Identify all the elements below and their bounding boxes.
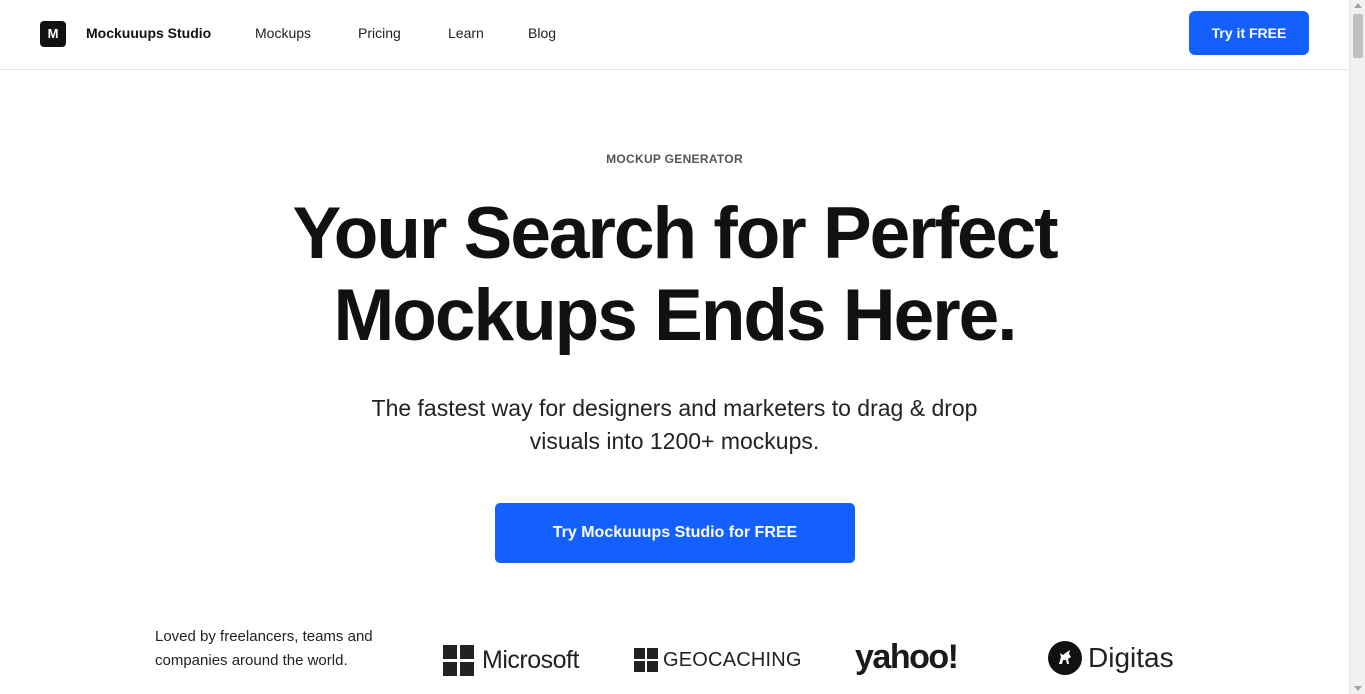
hero-headline: Your Search for Perfect Mockups Ends Her… — [0, 193, 1349, 357]
yahoo-logo: yahoo! — [855, 638, 959, 676]
site-header: M Mockuuups Studio Mockups Pricing Learn… — [0, 0, 1349, 70]
nav-link-mockups[interactable]: Mockups — [255, 25, 311, 41]
scroll-up-arrow-icon[interactable] — [1354, 3, 1362, 8]
hero-subtitle: The fastest way for designers and market… — [0, 392, 1349, 458]
nav-link-learn[interactable]: Learn — [448, 25, 484, 41]
hero-subtitle-line2: visuals into 1200+ mockups. — [529, 428, 820, 454]
hero-headline-line2: Mockups Ends Here. — [333, 275, 1017, 356]
hero-subtitle-line1: The fastest way for designers and market… — [371, 395, 978, 421]
digitas-unicorn-icon — [1048, 641, 1082, 675]
social-proof-text: Loved by freelancers, teams and companie… — [155, 628, 373, 669]
geocaching-logo: GEOCACHING — [634, 646, 802, 674]
try-free-button[interactable]: Try it FREE — [1189, 11, 1309, 55]
microsoft-windows-icon — [443, 644, 474, 676]
microsoft-logo-text: Microsoft — [482, 645, 579, 674]
scroll-thumb[interactable] — [1353, 14, 1363, 58]
scroll-down-arrow-icon[interactable] — [1354, 686, 1362, 691]
digitas-logo-text: Digitas — [1088, 642, 1174, 673]
microsoft-logo: Microsoft — [443, 644, 579, 676]
hero-headline-line1: Your Search for Perfect — [292, 193, 1058, 274]
geocaching-logo-text: GEOCACHING — [663, 648, 802, 671]
hero-cta-button[interactable]: Try Mockuuups Studio for FREE — [495, 503, 855, 563]
digitas-logo: Digitas — [1048, 640, 1174, 676]
hero-eyebrow: MOCKUP GENERATOR — [606, 152, 743, 166]
page-scrollbar[interactable] — [1349, 0, 1365, 694]
nav-link-pricing[interactable]: Pricing — [358, 25, 401, 41]
geocaching-icon — [634, 648, 658, 672]
nav-link-blog[interactable]: Blog — [528, 25, 556, 41]
brand-name[interactable]: Mockuuups Studio — [86, 25, 211, 41]
brand-logo-icon[interactable]: M — [40, 21, 66, 47]
